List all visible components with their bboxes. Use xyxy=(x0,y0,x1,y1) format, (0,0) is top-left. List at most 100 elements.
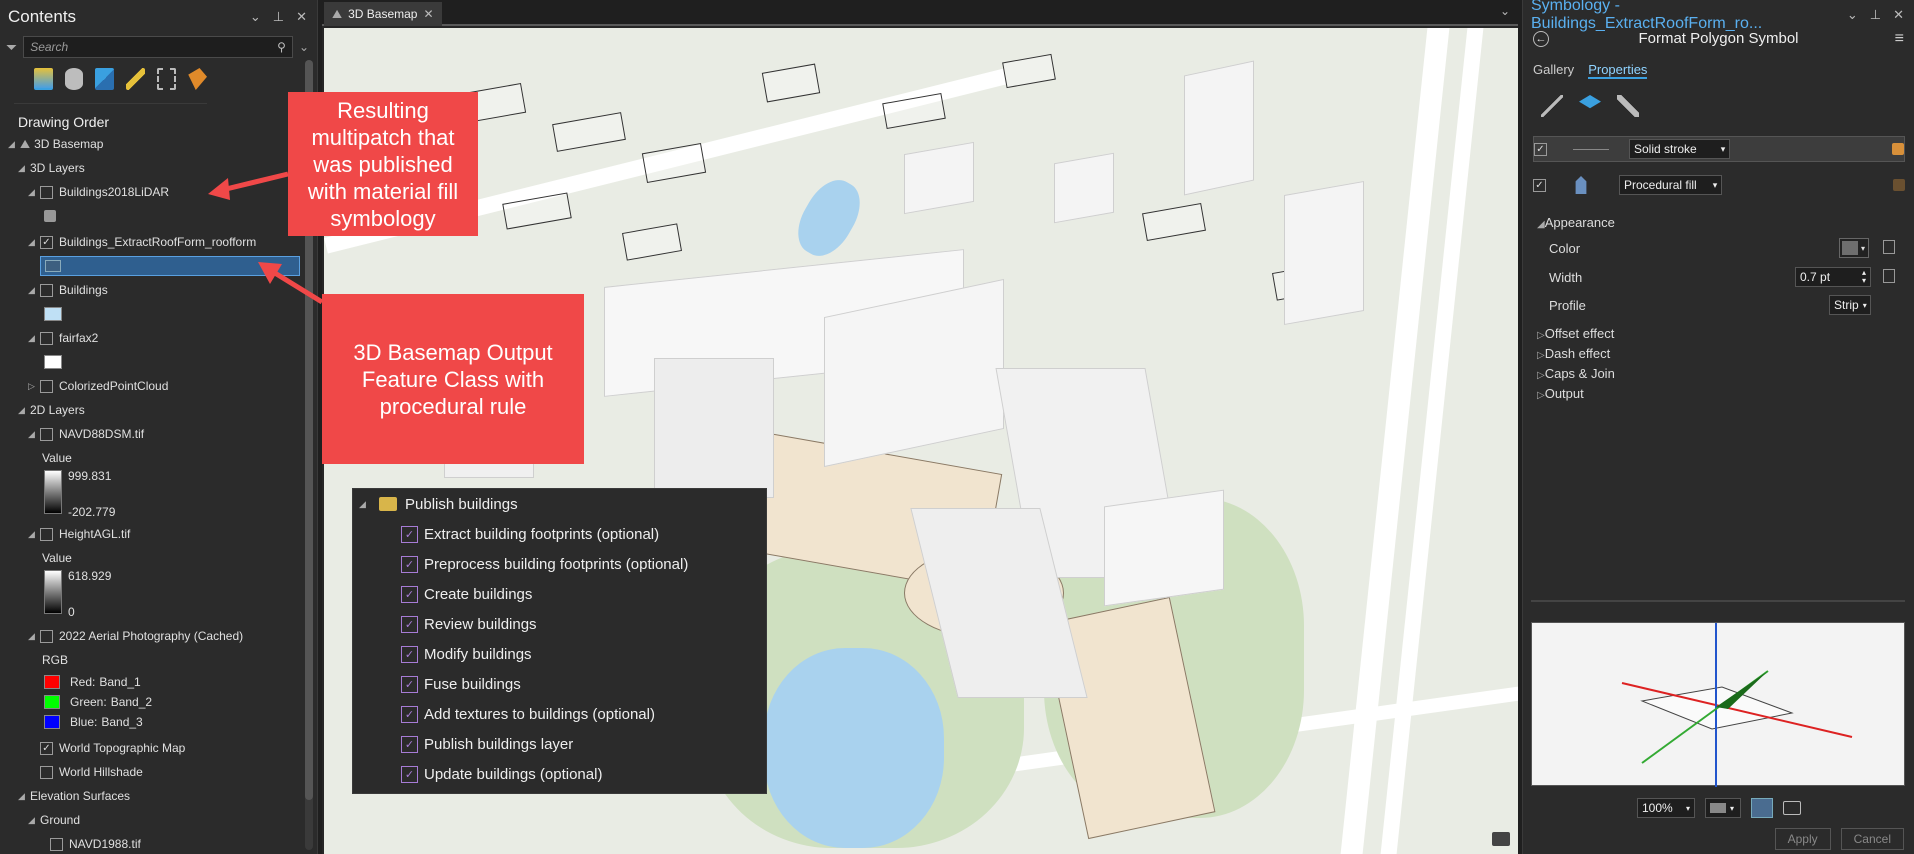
visibility-checkbox[interactable] xyxy=(40,427,53,441)
procedural-symbol-icon xyxy=(45,260,61,272)
extruded-building xyxy=(1184,60,1254,196)
selection-icon[interactable] xyxy=(95,68,115,90)
tab-3d-basemap[interactable]: ⛰ 3D Basemap ✕ xyxy=(324,2,442,26)
layer-roofform[interactable]: ◢ ✓ Buildings_ExtractRoofForm_roofform xyxy=(28,232,256,252)
chevron-down-icon[interactable]: ⌄ xyxy=(299,40,309,54)
menu-icon[interactable]: ≡ xyxy=(1895,30,1904,48)
chevron-down-icon[interactable]: ⌄ xyxy=(1847,7,1858,23)
data-source-icon[interactable] xyxy=(64,68,84,90)
contents-pane: Contents ⌄ ⊥ ✕ ⏷ Search ⚲ ⌄ Drawing Orde… xyxy=(0,0,318,854)
tab-label: 3D Basemap xyxy=(348,7,418,21)
pencil-icon[interactable] xyxy=(1541,95,1563,117)
dash-effect-heading[interactable]: ▷Dash effect xyxy=(1537,346,1610,361)
workflow-step[interactable]: ✓ Fuse buildings xyxy=(353,669,766,699)
layer-buildings2018lidar[interactable]: ◢ Buildings2018LiDAR xyxy=(28,182,169,202)
filter-icon[interactable]: ⏷ xyxy=(6,39,17,56)
visibility-checkbox[interactable]: ✓ xyxy=(40,235,53,249)
attribute-icon[interactable] xyxy=(1883,269,1895,283)
workflow-step[interactable]: ✓ Publish buildings layer xyxy=(353,729,766,759)
pin-icon[interactable]: ⊥ xyxy=(1870,7,1881,23)
chevron-down-icon[interactable]: ⌄ xyxy=(1500,4,1510,18)
attribute-icon[interactable] xyxy=(1883,240,1895,254)
close-icon[interactable]: ✕ xyxy=(423,7,433,21)
search-icon[interactable]: ⚲ xyxy=(277,40,286,54)
zoom-dropdown[interactable]: 100% ▾ xyxy=(1637,798,1695,818)
group-2d-layers[interactable]: ◢ 2D Layers xyxy=(18,400,85,420)
output-heading[interactable]: ▷Output xyxy=(1537,386,1584,401)
workflow-step[interactable]: ✓ Review buildings xyxy=(353,609,766,639)
layer-aerial[interactable]: ◢ 2022 Aerial Photography (Cached) xyxy=(28,626,243,646)
layer-fairfax2[interactable]: ◢ fairfax2 xyxy=(28,328,98,348)
background-dropdown[interactable]: ▾ xyxy=(1705,798,1741,818)
group-elevation[interactable]: ◢ Elevation Surfaces xyxy=(18,786,130,806)
profile-dropdown[interactable]: Strip ▾ xyxy=(1829,295,1871,315)
visibility-checkbox[interactable] xyxy=(40,331,53,345)
workflow-step[interactable]: ✓ Preprocess building footprints (optiona… xyxy=(353,549,766,579)
camera-icon[interactable] xyxy=(1783,801,1801,815)
visibility-checkbox[interactable]: ✓ xyxy=(40,741,53,755)
symbol-layer-procedural-fill[interactable]: ✓ Procedural fill ▾ xyxy=(1533,172,1905,198)
lock-icon[interactable] xyxy=(1893,179,1905,191)
layer-type-dropdown[interactable]: Procedural fill ▾ xyxy=(1619,175,1723,195)
workflow-step[interactable]: ✓ Modify buildings xyxy=(353,639,766,669)
navd-value-label: Value xyxy=(42,451,72,465)
visibility-checkbox[interactable] xyxy=(40,185,53,199)
layer-buildings[interactable]: ◢ Buildings xyxy=(28,280,108,300)
chevron-down-icon[interactable]: ⌄ xyxy=(250,9,261,25)
offset-effect-heading[interactable]: ▷Offset effect xyxy=(1537,326,1614,341)
appearance-heading[interactable]: ◢Appearance xyxy=(1537,215,1615,230)
collapse-icon[interactable]: ◢ xyxy=(359,499,371,510)
splitter[interactable] xyxy=(1531,600,1905,602)
contents-toolbar xyxy=(14,58,207,104)
back-icon[interactable]: ← xyxy=(1533,31,1549,47)
visibility-checkbox[interactable] xyxy=(40,379,53,393)
snapping-icon[interactable] xyxy=(156,68,177,90)
layer-checkbox[interactable]: ✓ xyxy=(1534,142,1547,156)
layer-checkbox[interactable]: ✓ xyxy=(1533,178,1546,192)
editing-icon[interactable] xyxy=(126,68,145,90)
tab-gallery[interactable]: Gallery xyxy=(1533,62,1574,79)
labeling-icon[interactable] xyxy=(188,68,207,90)
layer-heightagl[interactable]: ◢ HeightAGL.tif xyxy=(28,524,130,544)
layer-navd1988[interactable]: NAVD1988.tif xyxy=(50,834,141,854)
workflow-step[interactable]: ✓ Add textures to buildings (optional) xyxy=(353,699,766,729)
map-icon: ⛰ xyxy=(20,136,31,151)
search-input[interactable]: Search ⚲ xyxy=(23,36,293,58)
layers-icon[interactable] xyxy=(1492,832,1510,846)
cancel-button[interactable]: Cancel xyxy=(1840,828,1904,850)
workflow-header[interactable]: ◢ Publish buildings xyxy=(353,489,766,519)
layers-icon[interactable] xyxy=(1579,95,1601,109)
apply-button[interactable]: Apply xyxy=(1774,828,1831,850)
layer-world-topo[interactable]: ✓ World Topographic Map xyxy=(40,738,185,758)
visibility-checkbox[interactable] xyxy=(40,527,53,541)
symbol-layer-solid-stroke[interactable]: ✓ Solid stroke ▾ xyxy=(1533,136,1905,162)
layer-world-hillshade[interactable]: World Hillshade xyxy=(40,762,143,782)
group-ground[interactable]: ◢ Ground xyxy=(28,810,80,830)
layer-type-dropdown[interactable]: Solid stroke ▾ xyxy=(1629,139,1731,159)
tab-properties[interactable]: Properties xyxy=(1588,62,1648,79)
workflow-step[interactable]: ✓ Extract building footprints (optional) xyxy=(353,519,766,549)
group-3d-layers[interactable]: ◢ 3D Layers xyxy=(18,158,85,178)
pin-icon[interactable]: ⊥ xyxy=(273,9,284,25)
workflow-step[interactable]: ✓ Update buildings (optional) xyxy=(353,759,766,789)
visibility-checkbox[interactable] xyxy=(40,629,53,643)
map-node[interactable]: ◢ ⛰ 3D Basemap xyxy=(8,134,103,154)
caps-join-heading[interactable]: ▷Caps & Join xyxy=(1537,366,1615,381)
workflow-step[interactable]: ✓ Create buildings xyxy=(353,579,766,609)
lock-icon[interactable] xyxy=(1892,143,1904,155)
visibility-checkbox[interactable] xyxy=(50,837,63,851)
drawing-order-icon[interactable] xyxy=(34,68,53,90)
close-icon[interactable]: ✕ xyxy=(1893,7,1904,23)
color-picker[interactable]: ▾ xyxy=(1839,238,1869,258)
visibility-checkbox[interactable] xyxy=(40,283,53,297)
3d-preview-icon[interactable] xyxy=(1751,798,1773,818)
visibility-checkbox[interactable] xyxy=(40,765,53,779)
roofform-symbol-row[interactable] xyxy=(40,256,300,276)
layer-colorizedpointcloud[interactable]: ▷ ColorizedPointCloud xyxy=(28,376,168,396)
symbol-preview[interactable] xyxy=(1531,622,1905,787)
layer-navd88dsm[interactable]: ◢ NAVD88DSM.tif xyxy=(28,424,144,444)
wrench-icon[interactable] xyxy=(1617,95,1639,117)
close-icon[interactable]: ✕ xyxy=(296,9,307,25)
spinner-icon[interactable]: ▴ ▾ xyxy=(1862,269,1866,285)
width-input[interactable]: 0.7 pt ▴ ▾ xyxy=(1795,267,1871,287)
